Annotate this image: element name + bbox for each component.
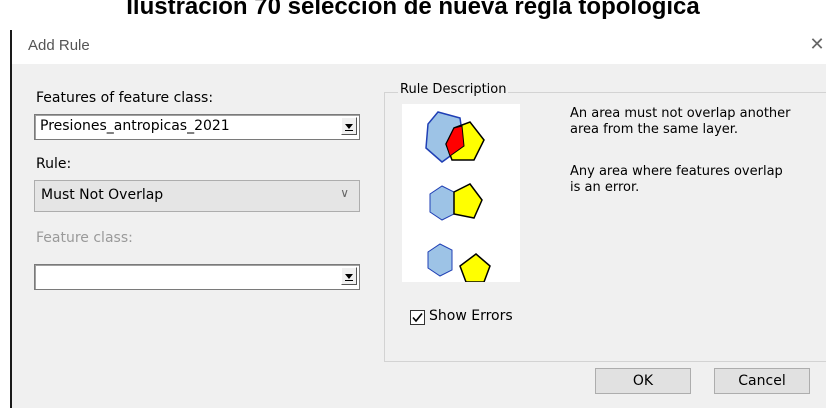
- checkmark-icon: [412, 313, 423, 323]
- close-icon[interactable]: ✕: [808, 34, 826, 56]
- features-value: Presiones_antropicas_2021: [40, 118, 230, 134]
- show-errors-label[interactable]: Show Errors: [429, 308, 513, 324]
- show-errors-checkbox[interactable]: [410, 310, 425, 325]
- features-combobox[interactable]: Presiones_antropicas_2021: [34, 114, 360, 140]
- dropdown-arrow-icon[interactable]: [341, 267, 357, 285]
- dialog-title: Add Rule: [28, 37, 90, 54]
- rule-diagram-svg: [425, 111, 491, 283]
- description-text-2: Any area where features overlap is an er…: [570, 164, 783, 196]
- rule-illustration: [402, 104, 520, 283]
- feature-class-combobox[interactable]: [34, 264, 360, 290]
- description-line: An area must not overlap another: [570, 106, 791, 121]
- chevron-down-icon: ∨: [340, 186, 349, 200]
- separate-yellow-polygon: [459, 253, 491, 283]
- cancel-button[interactable]: Cancel: [714, 368, 810, 394]
- touching-yellow-polygon: [453, 183, 483, 219]
- rule-label: Rule:: [36, 156, 72, 172]
- ok-button[interactable]: OK: [595, 368, 691, 394]
- add-rule-dialog: Add Rule ✕ Features of feature class: Pr…: [10, 30, 826, 408]
- touching-blue-polygon: [429, 185, 455, 221]
- separate-blue-polygon: [427, 243, 453, 277]
- title-bar: Add Rule ✕: [12, 30, 826, 64]
- rule-value: Must Not Overlap: [41, 187, 164, 203]
- rule-description-label: Rule Description: [398, 82, 509, 97]
- feature-class-label: Feature class:: [36, 230, 133, 246]
- description-line: area from the same layer.: [570, 122, 739, 137]
- description-line: is an error.: [570, 180, 640, 195]
- rule-combobox[interactable]: Must Not Overlap ∨: [34, 180, 360, 212]
- dropdown-arrow-icon[interactable]: [341, 117, 357, 135]
- features-label: Features of feature class:: [36, 90, 214, 106]
- description-line: Any area where features overlap: [570, 164, 783, 179]
- figure-caption: Ilustración 70 selección de nueva regla …: [0, 0, 826, 30]
- description-text-1: An area must not overlap another area fr…: [570, 106, 791, 138]
